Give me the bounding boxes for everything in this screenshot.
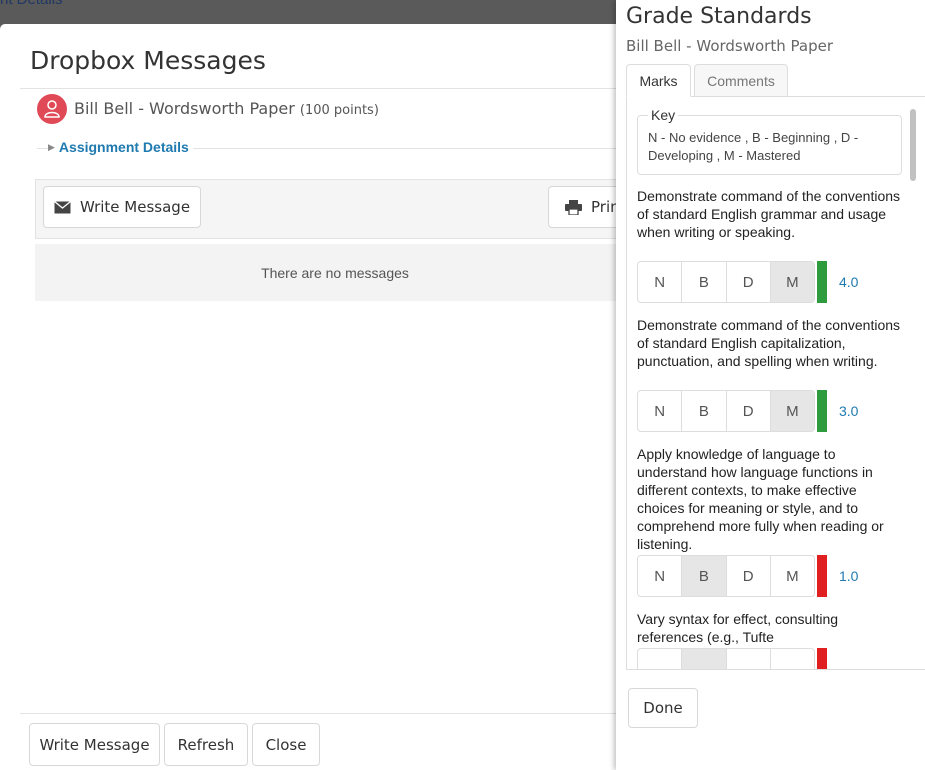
- mark-d-button[interactable]: D: [725, 262, 770, 302]
- footer-write-message-button[interactable]: Write Message: [29, 723, 160, 766]
- key-legend: Key: [648, 107, 679, 123]
- scrollbar-thumb[interactable]: [910, 109, 916, 181]
- standard-4-text: Vary syntax for effect, consulting refer…: [637, 611, 839, 645]
- mark-n-button[interactable]: N: [638, 262, 681, 302]
- message-toolbar: Write Message Prin: [35, 179, 648, 239]
- mark-b-button[interactable]: B: [681, 262, 725, 302]
- standard-1-color-bar: [817, 261, 827, 303]
- dropbox-messages-modal: Dropbox Messages Bill Bell - Wordsworth …: [0, 24, 660, 770]
- panel-subtitle: Bill Bell - Wordsworth Paper: [626, 37, 833, 55]
- empty-messages: There are no messages: [35, 244, 635, 301]
- tab-comments[interactable]: Comments: [694, 64, 788, 97]
- printer-icon: [565, 199, 582, 215]
- standard-2-text: Demonstrate command of the conventions o…: [637, 317, 901, 369]
- mark-d-button[interactable]: D: [725, 391, 770, 431]
- standard-2-color-bar: [817, 390, 827, 432]
- assignment-details-toggle[interactable]: ▶ Assignment Details: [48, 139, 193, 155]
- mark-n-button[interactable]: N: [638, 556, 681, 596]
- standard-1-marks: N B D M: [637, 261, 815, 303]
- avatar: [37, 94, 67, 124]
- modal-title: Dropbox Messages: [30, 46, 266, 75]
- standard-3-marks: N B D M: [637, 555, 815, 597]
- mark-m-button[interactable]: M: [769, 556, 814, 596]
- mark-m-button[interactable]: [769, 649, 814, 669]
- mark-n-button[interactable]: N: [638, 391, 681, 431]
- assignment-details-link-background: nt Details: [0, 0, 63, 8]
- standard-3-color-bar: [817, 555, 827, 597]
- student-assignment: Bill Bell - Wordsworth Paper (100 points…: [74, 99, 379, 118]
- standard-2-score: 3.0: [839, 403, 859, 419]
- tab-marks[interactable]: Marks: [626, 64, 691, 97]
- mark-d-button[interactable]: D: [725, 556, 770, 596]
- student-name: Bill Bell - Wordsworth Paper: [74, 99, 295, 118]
- close-button[interactable]: Close: [252, 723, 320, 766]
- mark-b-button[interactable]: B: [681, 556, 726, 596]
- mark-b-button[interactable]: [681, 649, 726, 669]
- header-divider: [20, 88, 640, 89]
- mark-b-button[interactable]: B: [681, 391, 725, 431]
- standard-1-score: 4.0: [839, 274, 859, 290]
- mark-m-button[interactable]: M: [769, 262, 814, 302]
- standard-1-text: Demonstrate command of the conventions o…: [637, 188, 901, 240]
- envelope-icon: [54, 200, 71, 213]
- standard-4-color-bar: [817, 648, 827, 669]
- footer-divider: [20, 713, 640, 714]
- mark-m-button[interactable]: M: [769, 391, 814, 431]
- standard-3-score: 1.0: [839, 568, 859, 584]
- standard-2-marks: N B D M: [637, 390, 815, 432]
- standard-4-marks: [637, 648, 815, 669]
- key-box: Key N - No evidence , B - Beginning , D …: [637, 107, 902, 175]
- user-icon: [44, 100, 60, 118]
- mark-d-button[interactable]: [725, 649, 770, 669]
- empty-messages-text: There are no messages: [261, 264, 409, 281]
- panel-title: Grade Standards: [626, 4, 812, 29]
- standard-3-text: Apply knowledge of language to understan…: [637, 446, 884, 552]
- points-label: (100 points): [299, 103, 379, 118]
- done-button[interactable]: Done: [628, 688, 698, 728]
- key-text: N - No evidence , B - Beginning , D - De…: [648, 130, 859, 163]
- write-message-button[interactable]: Write Message: [43, 186, 201, 228]
- standards-list[interactable]: Key N - No evidence , B - Beginning , D …: [626, 97, 925, 670]
- mark-n-button[interactable]: [638, 649, 681, 669]
- expand-triangle-icon: ▶: [48, 142, 55, 152]
- write-message-label: Write Message: [79, 198, 191, 216]
- refresh-button[interactable]: Refresh: [164, 723, 248, 766]
- assignment-details-label: Assignment Details: [58, 139, 189, 155]
- grade-standards-panel: Grade Standards Bill Bell - Wordsworth P…: [616, 0, 925, 770]
